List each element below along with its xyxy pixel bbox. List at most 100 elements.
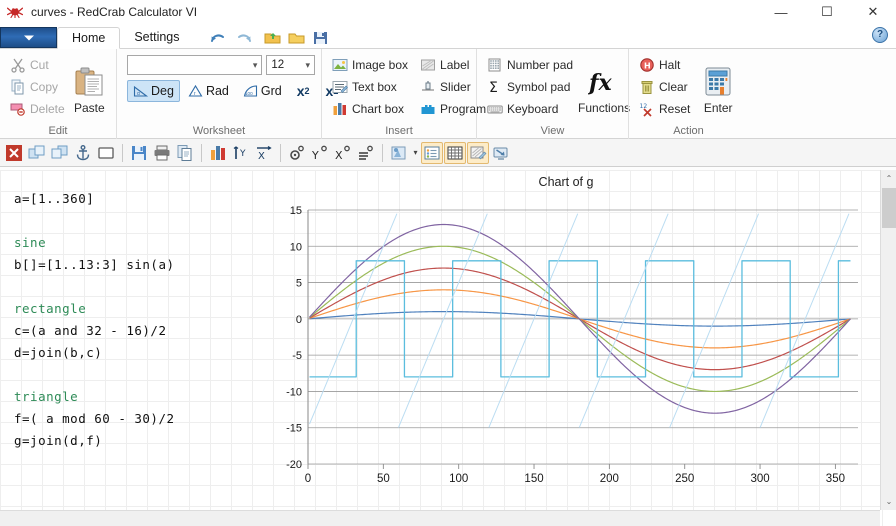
svg-text:0: 0 <box>305 473 311 485</box>
code-spacer <box>14 276 264 298</box>
undo-icon[interactable] <box>210 30 228 46</box>
copy-button[interactable]: Copy <box>6 77 69 97</box>
open-folder-icon[interactable] <box>264 30 282 46</box>
window-title: curves - RedCrab Calculator VI <box>31 4 198 19</box>
delete-button[interactable]: Delete <box>6 99 69 119</box>
view-symbol-pad-button[interactable]: Σ Symbol pad <box>483 77 577 97</box>
anchor-icon[interactable] <box>72 142 94 164</box>
svg-text:10: 10 <box>290 241 302 253</box>
angle-mode-grd[interactable]: 100 Grd <box>237 80 288 102</box>
theme-dropdown-arrow[interactable]: ▾ <box>411 144 420 162</box>
tab-home[interactable]: Home <box>57 27 121 49</box>
annotate-icon[interactable] <box>467 141 489 164</box>
x-settings-icon[interactable]: X <box>332 142 354 164</box>
copy-page-icon[interactable] <box>174 142 196 164</box>
svg-text:α: α <box>137 91 140 97</box>
cut-button[interactable]: Cut <box>6 55 69 75</box>
save-icon[interactable] <box>312 30 330 46</box>
svg-text:15: 15 <box>290 205 302 217</box>
paste-label: Paste <box>74 101 105 115</box>
title-bar: curves - RedCrab Calculator VI — ☐ ✕ <box>0 0 896 24</box>
gear-icon[interactable] <box>286 142 308 164</box>
paste-icon <box>73 66 105 98</box>
view-symbol-pad-label: Symbol pad <box>507 80 571 94</box>
toolbar-separator <box>201 143 202 162</box>
insert-chart-box-button[interactable]: Chart box <box>328 99 412 119</box>
chart-title: Chart of g <box>538 175 594 189</box>
grid-icon[interactable] <box>444 141 466 164</box>
chevron-down-icon <box>23 35 34 40</box>
angle-mode-deg[interactable]: α Deg <box>127 80 180 102</box>
svg-text:350: 350 <box>826 473 845 485</box>
insert-label-label: Label <box>440 58 470 72</box>
vertical-scroll-thumb[interactable] <box>882 188 896 228</box>
list-settings-icon[interactable] <box>355 142 377 164</box>
code-line-comment[interactable]: rectangle <box>14 298 264 320</box>
font-family-combo[interactable]: ▾ <box>127 55 263 75</box>
svg-text:Y: Y <box>311 149 319 162</box>
redo-icon[interactable] <box>234 30 252 46</box>
close-button[interactable]: ✕ <box>850 0 896 24</box>
scroll-down-button[interactable]: ⌄ <box>881 493 896 510</box>
chevron-down-icon: ▾ <box>305 59 310 70</box>
help-button[interactable]: ? <box>872 27 888 43</box>
group-label-worksheet: Worksheet <box>192 125 246 137</box>
chart-box[interactable]: Chart of g -20 -15 -10 -5 0 5 10 15 0 50 100 150 200… <box>266 175 866 500</box>
font-size-combo[interactable]: 12 ▾ <box>266 55 315 75</box>
legend-icon[interactable] <box>421 141 443 164</box>
view-keyboard-button[interactable]: Keyboard <box>483 99 577 119</box>
reset-button[interactable]: 12 Reset <box>635 99 694 119</box>
close-doc-icon[interactable] <box>3 142 25 164</box>
app-menu-button[interactable] <box>0 27 57 48</box>
svg-text:fx: fx <box>588 70 612 96</box>
save-icon[interactable] <box>128 142 150 164</box>
view-number-pad-button[interactable]: Number pad <box>483 55 577 75</box>
clear-button[interactable]: Clear <box>635 77 694 97</box>
halt-button[interactable]: H Halt <box>635 55 694 75</box>
code-line[interactable]: a=[1..360] <box>14 188 264 210</box>
worksheet-canvas[interactable]: a=[1..360] sine b[]=[1..13:3] sin(a) rec… <box>0 170 896 526</box>
keyboard-icon <box>487 101 503 117</box>
halt-icon: H <box>639 57 655 73</box>
print-icon[interactable] <box>151 142 173 164</box>
screen-icon[interactable] <box>490 142 512 164</box>
minimize-button[interactable]: — <box>758 0 804 24</box>
svg-text:12: 12 <box>640 103 648 110</box>
program-icon <box>420 101 436 117</box>
code-spacer <box>14 364 264 386</box>
code-line[interactable]: d=join(b,c) <box>14 342 264 364</box>
code-line[interactable]: c=(a and 32 - 16)/2 <box>14 320 264 342</box>
code-line[interactable]: b[]=[1..13:3] sin(a) <box>14 254 264 276</box>
sigma-icon: Σ <box>487 79 503 96</box>
folder-icon[interactable] <box>288 30 306 46</box>
code-line[interactable]: g=join(d,f) <box>14 430 264 452</box>
code-line-comment[interactable]: triangle <box>14 386 264 408</box>
insert-image-box-button[interactable]: Image box <box>328 55 412 75</box>
code-pane[interactable]: a=[1..360] sine b[]=[1..13:3] sin(a) rec… <box>14 188 264 452</box>
send-backward-icon[interactable] <box>49 142 71 164</box>
svg-text:200: 200 <box>600 473 619 485</box>
x-axis-icon[interactable]: X <box>253 142 275 164</box>
theme-icon[interactable] <box>388 142 410 164</box>
bring-forward-icon[interactable] <box>26 142 48 164</box>
superscript-button[interactable]: x2 <box>290 80 317 102</box>
ribbon-group-worksheet: ▾ 12 ▾ α Deg r Rad 100 Grd x 2 x Workshe… <box>116 49 338 139</box>
insert-image-box-label: Image box <box>352 58 409 72</box>
insert-text-box-button[interactable]: Text box <box>328 77 412 97</box>
superscript-exp: 2 <box>304 86 310 96</box>
ribbon-group-view: Number pad Σ Symbol pad Keyboard fx Func… <box>476 49 630 139</box>
vertical-scrollbar[interactable]: ⌃ ⌄ <box>880 170 896 510</box>
code-line[interactable]: f=( a mod 60 - 30)/2 <box>14 408 264 430</box>
code-line-comment[interactable]: sine <box>14 232 264 254</box>
angle-mode-rad[interactable]: r Rad <box>182 80 235 102</box>
angle-rad-label: Rad <box>205 84 229 98</box>
slider-icon <box>420 79 436 95</box>
frame-icon[interactable] <box>95 142 117 164</box>
tab-settings[interactable]: Settings <box>120 26 193 48</box>
horizontal-scrollbar[interactable] <box>0 510 880 526</box>
scroll-up-button[interactable]: ⌃ <box>881 170 896 187</box>
y-settings-icon[interactable]: Y <box>309 142 331 164</box>
y-axis-icon[interactable]: Y <box>230 142 252 164</box>
maximize-button[interactable]: ☐ <box>804 0 850 24</box>
chart-icon[interactable] <box>207 142 229 164</box>
